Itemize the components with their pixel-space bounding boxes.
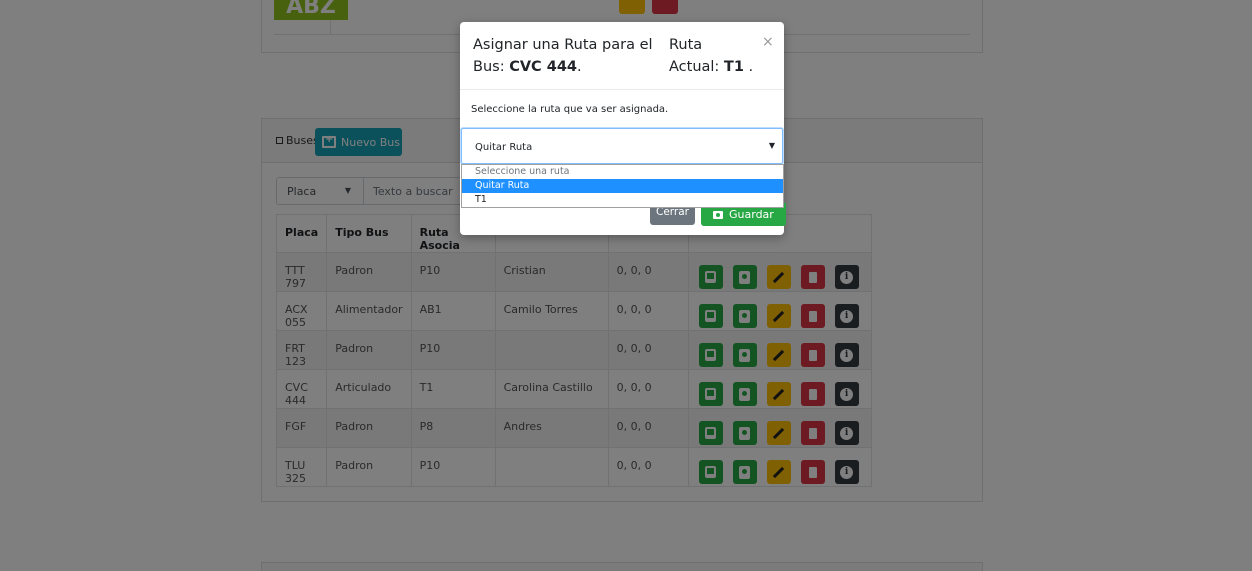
current-route: Ruta Actual: T1 . [669,37,754,75]
caret-down-icon: ▼ [768,141,775,150]
route-options-list: Seleccione una ruta Quitar Ruta T1 [461,164,784,208]
modal-header: Asignar una Ruta para el Bus: CVC 444. R… [460,22,784,90]
modal-hint: Seleccione la ruta que va ser asignada. [471,104,669,115]
modal-title: Asignar una Ruta para el Bus: CVC 444. [473,37,653,75]
route-select[interactable]: Quitar Ruta ▼ [461,128,783,164]
close-icon[interactable]: × [762,34,774,50]
route-option[interactable]: Seleccione una ruta [462,165,783,179]
current-route-value: T1 [723,59,744,75]
save-icon [713,210,723,219]
bus-plate: CVC 444 [509,59,578,75]
route-option-selected[interactable]: Quitar Ruta [462,179,783,193]
route-option[interactable]: T1 [462,193,783,207]
